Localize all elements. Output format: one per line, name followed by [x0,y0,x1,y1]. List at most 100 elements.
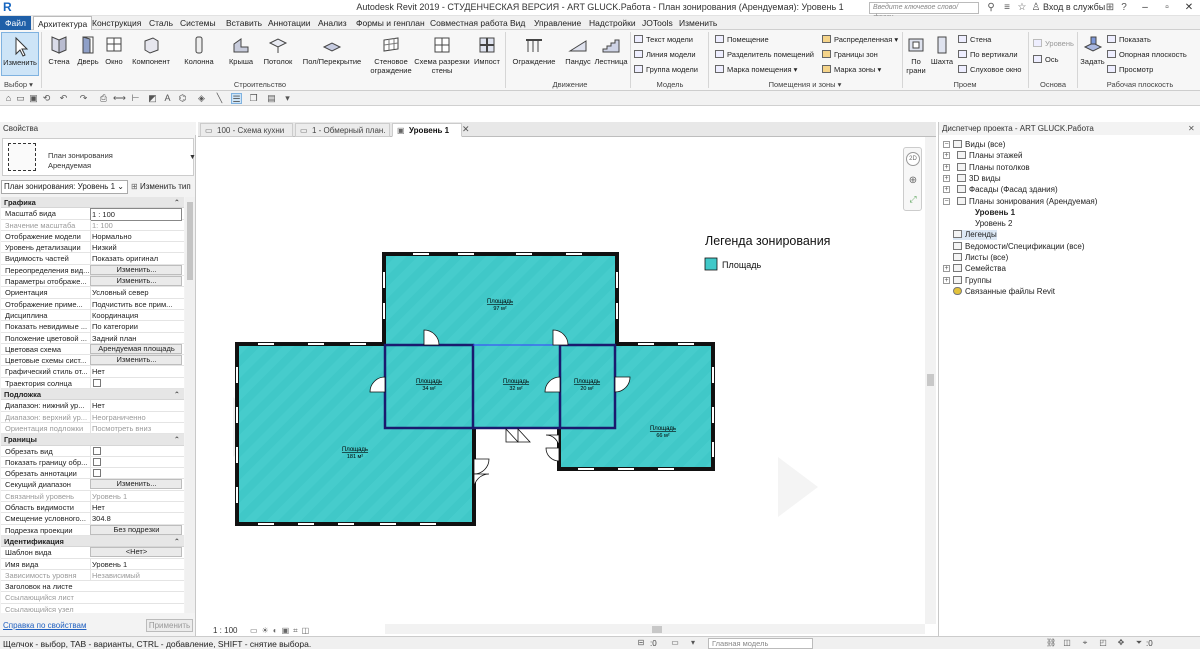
underlay-icon[interactable]: ◫ [1062,638,1072,648]
tab-systems[interactable]: Системы [176,16,220,30]
tab-structure[interactable]: Конструкция [88,16,145,30]
property-value[interactable]: Подчистить все прим... [90,298,182,310]
by-face-button[interactable]: По грани [905,35,927,75]
browser-node[interactable]: Связанные файлы Revit [953,286,1055,297]
filter-funnel-icon[interactable]: ⏷ [1134,638,1144,648]
zoom-icon[interactable]: ⊕ [906,174,920,188]
info-center-icon[interactable]: ≡ [1000,1,1014,15]
vertical-opening-button[interactable]: По вертикали [958,50,1018,60]
filter-icon[interactable]: ▾ [688,638,698,648]
browser-node[interactable]: Планы этажей [957,151,1022,161]
browser-node[interactable]: 3D виды [957,173,1001,184]
property-value[interactable] [90,468,182,480]
window-button[interactable]: Окно [101,35,127,66]
measure-icon[interactable]: ⟷ [113,93,126,104]
save-icon[interactable]: ▣ [28,93,39,104]
dimension-icon[interactable]: ⊢ [130,93,141,104]
floor-button[interactable]: Пол/Перекрытие [300,35,364,66]
browser-node[interactable]: Легенды [953,230,997,241]
property-value[interactable]: Изменить... [90,355,182,366]
tile-icon[interactable]: ▤ [266,93,277,104]
properties-section[interactable]: Границы ⌃ [1,434,184,446]
browser-node[interactable]: Уровень 1 [975,208,1015,218]
grid-button[interactable]: Ось [1033,55,1059,65]
properties-help-link[interactable]: Справка по свойствам [3,621,86,630]
edit-type-button[interactable]: ⊞ Изменить тип [131,182,191,191]
expand-icon[interactable]: + [943,163,950,171]
steering-wheel-icon[interactable]: 2D [906,152,920,166]
room-name-label[interactable]: Площадь [574,379,600,385]
design-options-icon[interactable]: ▭ [670,638,680,648]
browser-node[interactable]: Планы зонирования (Арендуемая) [957,196,1097,207]
drawing-canvas[interactable]: Площадь 97 м² Площадь 181 м² Площадь 34 м² Пло… [198,137,925,624]
browser-node[interactable]: Фасады (Фасад здания) [957,185,1058,195]
property-value[interactable]: <Нет> [90,547,182,558]
property-checkbox[interactable] [93,378,101,387]
property-checkbox[interactable] [93,457,101,466]
room-name-label[interactable]: Площадь [650,426,676,432]
property-value[interactable] [90,445,182,457]
property-value[interactable]: Изменить... [90,264,182,275]
room-name-label[interactable]: Площадь [503,379,529,385]
property-value[interactable]: Уровень 1 [90,558,182,570]
tab-steel[interactable]: Сталь [145,16,177,30]
cart-icon[interactable]: ⊞ [1103,1,1117,15]
expand-icon[interactable]: + [943,174,950,182]
railing-button[interactable]: Ограждение [510,35,558,66]
property-value[interactable] [90,377,182,389]
property-value[interactable]: Задний план [90,332,182,344]
browser-node[interactable]: Семейства [953,264,1006,274]
undo-icon[interactable]: ↶ [58,93,69,104]
mullion-button[interactable]: Импост [471,35,503,66]
search-input[interactable]: Введите ключевое слово/фразу [869,2,979,21]
property-value[interactable]: Показать оригинал [90,253,182,265]
ref-plane-button[interactable]: Опорная плоскость [1107,50,1187,60]
type-selector[interactable]: План зонирования Арендуемая ▼ [2,138,196,176]
section-icon[interactable]: ◈ [196,93,207,104]
property-value[interactable]: Изменить... [90,479,182,490]
switch-windows-icon[interactable]: ❐ [248,93,259,104]
view-control-bar-icons[interactable]: ▭☀◐▣⌗◫ [250,626,313,636]
properties-section[interactable]: Идентификация ⌃ [1,535,184,548]
collapse-icon[interactable]: ⌃ [174,434,180,445]
area-boundary-button[interactable]: Границы зон [822,50,878,60]
browser-node[interactable]: Виды (все) [953,140,1005,150]
browser-node[interactable]: Планы потолков [957,162,1030,173]
expand-icon[interactable]: + [943,152,950,160]
room-separator-button[interactable]: Разделитель помещений [715,50,814,60]
property-checkbox[interactable] [93,446,101,455]
favorites-icon[interactable]: ☆ [1015,1,1029,15]
level-button[interactable]: Уровень [1033,39,1074,49]
tab-collaborate[interactable]: Совместная работа [426,16,512,30]
property-value[interactable] [90,456,182,468]
room-button[interactable]: Помещение [715,35,769,45]
wall-button[interactable]: Стена [45,35,73,66]
customize-qat-icon[interactable]: ▾ [282,93,293,104]
zone-right[interactable] [560,346,712,467]
property-value[interactable]: Нет [90,502,182,514]
room-name-label[interactable]: Площадь [342,447,368,453]
property-value[interactable]: Изменить... [90,276,182,287]
property-value[interactable]: Арендуемая площадь [90,343,182,354]
property-checkbox[interactable] [93,469,101,478]
collapse-icon[interactable]: − [943,197,950,205]
model-text-button[interactable]: Текст модели [634,35,693,45]
room-tag-button[interactable]: Марка помещения ▾ [715,65,797,75]
tab-view[interactable]: Вид [506,16,529,30]
property-value[interactable]: Нет [90,366,182,378]
view-tab-survey[interactable]: ▭ 1 - Обмерный план. [295,123,390,137]
browser-node[interactable]: Уровень 2 [975,219,1013,229]
canvas-vertical-scrollbar[interactable] [925,137,936,624]
property-value[interactable]: Координация [90,309,182,321]
collapse-icon[interactable]: ⌃ [174,389,180,400]
user-icon[interactable]: ♙ [1029,1,1043,15]
tab-analyze[interactable]: Анализ [314,16,351,30]
scroll-thumb[interactable] [927,374,934,386]
select-panel-label[interactable]: Выбор ▾ [4,80,33,89]
ceiling-button[interactable]: Потолок [259,35,297,66]
tab-massing[interactable]: Формы и генплан [352,16,429,30]
column-button[interactable]: Колонна [181,35,217,66]
scroll-thumb[interactable] [652,626,662,633]
properties-scroll-thumb[interactable] [187,202,193,280]
view-scale-label[interactable]: 1 : 100 [213,626,237,635]
